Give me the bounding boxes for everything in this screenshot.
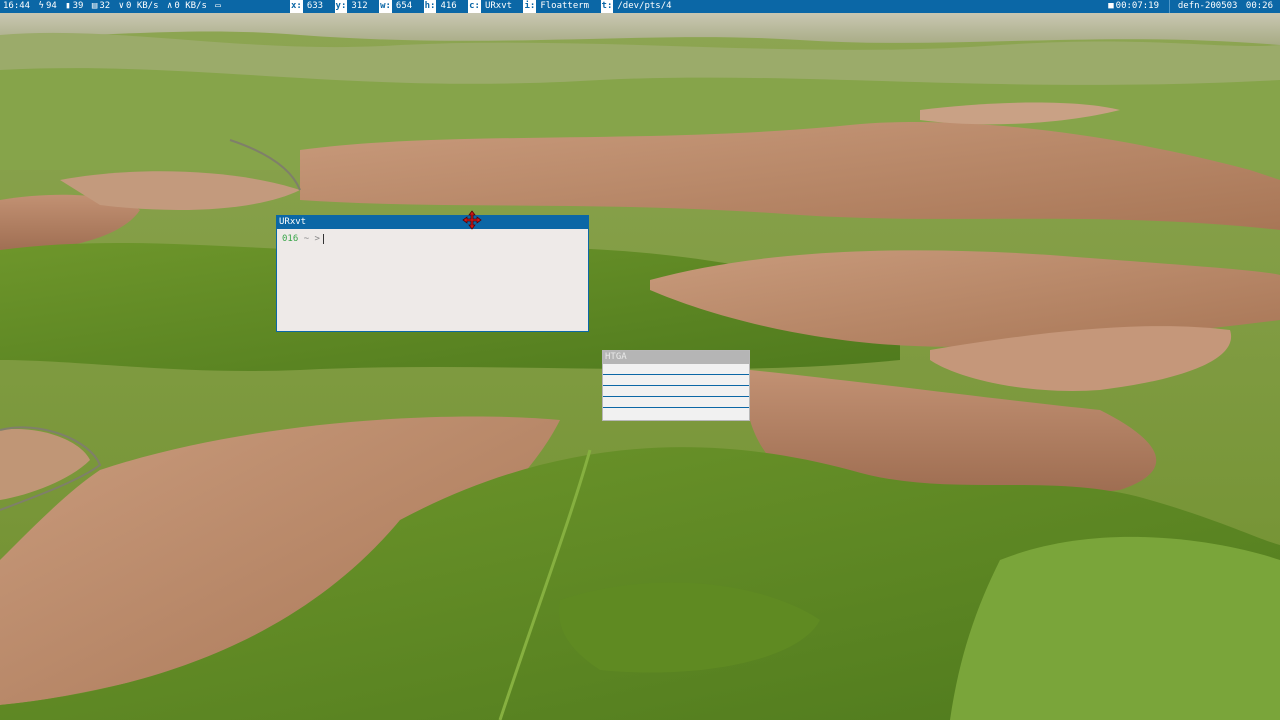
- list-row: [603, 386, 749, 397]
- separator: [1169, 0, 1171, 13]
- terminal-titlebar[interactable]: URxvt: [277, 216, 588, 229]
- htga-titlebar[interactable]: HTGA: [603, 351, 749, 364]
- terminal-title: URxvt: [279, 217, 307, 227]
- time-display: 16:44: [3, 1, 31, 11]
- instance-value: Floatterm: [540, 1, 590, 11]
- prompt-number: 016: [282, 234, 299, 244]
- download-arrow-icon: ∨: [118, 1, 124, 11]
- htga-content: [603, 364, 749, 419]
- w-value: 654: [395, 1, 413, 11]
- list-row: [603, 375, 749, 386]
- cpu-value: 32: [99, 1, 111, 11]
- x-key: x:: [290, 0, 303, 13]
- camera-icon: ■: [1108, 1, 1114, 11]
- instance-key: i:: [523, 0, 537, 13]
- memory-value: 39: [72, 1, 84, 11]
- terminal-content[interactable]: 016 ~ >: [277, 229, 588, 249]
- y-value: 312: [351, 1, 368, 11]
- download-speed: 0 KB/s: [126, 1, 159, 11]
- display-icon: ▭: [215, 1, 221, 11]
- clock: 00:26: [1245, 1, 1273, 11]
- list-row: [603, 397, 749, 408]
- htga-title: HTGA: [605, 352, 627, 362]
- text-cursor: [322, 233, 324, 244]
- tty-key: t:: [600, 0, 614, 13]
- upload-arrow-icon: ∧: [166, 1, 173, 11]
- class-key: c:: [468, 0, 481, 13]
- class-value: URxvt: [484, 1, 513, 11]
- window-info: x: 633 y: 312 w: 654 h: 416 c: URxvt i: Floatt…: [290, 0, 678, 13]
- h-key: h:: [423, 0, 437, 13]
- h-value: 416: [440, 1, 457, 11]
- x-value: 633: [306, 1, 324, 11]
- recording-timer: 00:07:19: [1115, 1, 1160, 11]
- tty-value: /dev/pts/4: [617, 1, 672, 11]
- w-key: w:: [379, 0, 392, 13]
- status-bar-left: 16:44 ϟ 94 ▮ 39 ▤ 32 ∨ 0 KB/s ∧ 0 KB/s ▭: [3, 0, 223, 13]
- memory-icon: ▮: [65, 1, 71, 11]
- status-bar-right: ■ 00:07:19 defn-200503 00:26: [1108, 0, 1276, 13]
- cpu-icon: ▤: [91, 1, 98, 11]
- y-key: y:: [334, 0, 348, 13]
- hostname: defn-200503: [1177, 1, 1238, 11]
- upload-speed: 0 KB/s: [174, 1, 207, 11]
- htga-window[interactable]: HTGA: [602, 350, 750, 421]
- list-row: [603, 364, 749, 375]
- battery-value: 94: [45, 1, 57, 11]
- prompt-path: ~: [303, 234, 310, 244]
- prompt-symbol: >: [314, 234, 320, 244]
- status-bar: 16:44 ϟ 94 ▮ 39 ▤ 32 ∨ 0 KB/s ∧ 0 KB/s ▭ x: 63…: [0, 0, 1280, 13]
- lightning-icon: ϟ: [38, 1, 44, 11]
- list-row: [603, 408, 749, 419]
- terminal-window[interactable]: URxvt 016 ~ >: [276, 215, 589, 332]
- move-cursor-icon: [462, 210, 482, 230]
